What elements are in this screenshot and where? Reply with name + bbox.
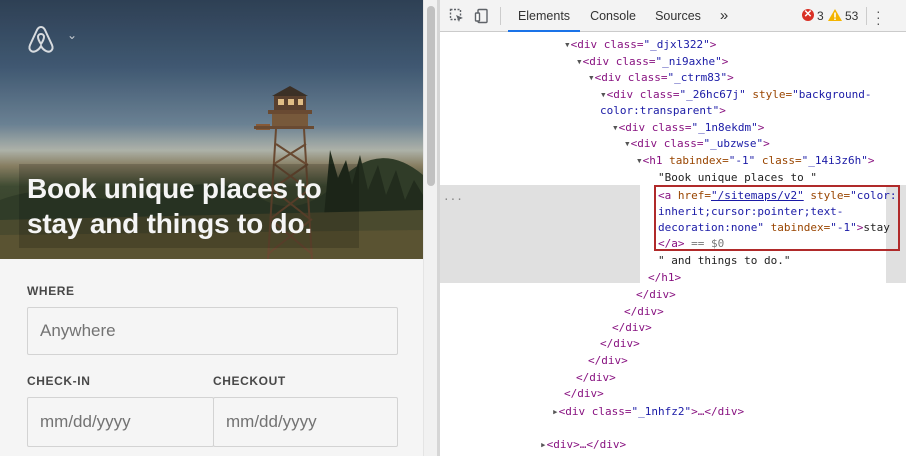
error-icon[interactable]: ✕ — [802, 9, 814, 21]
chevron-down-icon[interactable]: ⌄ — [67, 28, 77, 42]
dom-line[interactable]: </div> — [600, 335, 640, 352]
warning-count[interactable]: 53 — [845, 9, 858, 23]
devtools-toolbar: Elements Console Sources » ✕ 3 53 · · · — [440, 0, 906, 32]
dom-line[interactable]: </h1> — [648, 269, 681, 286]
dom-line[interactable]: ▾<div class="_ctrm83"> — [588, 69, 734, 86]
airbnb-logo-icon[interactable] — [27, 24, 55, 54]
dom-line[interactable]: ▾<div class="_ni9axhe"> — [576, 53, 728, 70]
node-actions-dots[interactable]: ... — [443, 190, 463, 203]
device-toolbar-icon[interactable] — [474, 8, 490, 24]
dom-line[interactable]: ▾<h1 tabindex="-1" class="_14i3z6h"> — [636, 152, 874, 169]
checkin-input[interactable]: mm/dd/yyyy — [27, 397, 214, 447]
dom-line[interactable]: ▸<div>…</div> — [540, 436, 626, 453]
dom-line[interactable]: </a> == $0 — [658, 235, 724, 252]
dom-line[interactable]: ▸<div class="_1nhfz2">…</div> — [552, 403, 744, 420]
checkin-label: CHECK-IN — [27, 374, 91, 388]
web-page-viewport: ⌄ Book unique places to stay and things … — [0, 0, 423, 456]
dom-line[interactable]: decoration:none" tabindex="-1">stay — [658, 219, 890, 236]
dom-line[interactable]: ▾<div class="_ubzwse"> — [624, 135, 770, 152]
where-label: WHERE — [27, 284, 75, 298]
dom-line[interactable]: </div> — [636, 286, 676, 303]
warning-icon[interactable] — [828, 9, 842, 21]
checkin-placeholder: mm/dd/yyyy — [40, 412, 131, 431]
tab-console[interactable]: Console — [584, 0, 642, 32]
dom-line[interactable]: ▾<div class="_djxl322"> — [564, 36, 716, 53]
dom-line[interactable]: <a href="/sitemaps/v2" style="color: — [658, 187, 896, 204]
inspect-element-icon[interactable] — [449, 8, 465, 24]
more-options-icon[interactable]: · · · — [876, 4, 881, 30]
hero-title: Book unique places to stay and things to… — [27, 173, 322, 239]
checkout-placeholder: mm/dd/yyyy — [226, 412, 317, 431]
page-scrollbar[interactable] — [423, 0, 437, 456]
checkout-label: CHECKOUT — [213, 374, 286, 388]
dom-line[interactable]: "Book unique places to " — [658, 169, 817, 186]
dom-line[interactable]: </div> — [564, 385, 604, 402]
search-form: WHERE Anywhere CHECK-IN CHECKOUT mm/dd/y… — [0, 259, 423, 456]
devtools-panel: Elements Console Sources » ✕ 3 53 · · · ..… — [440, 0, 906, 456]
more-tabs-icon[interactable]: » — [712, 0, 736, 32]
where-placeholder: Anywhere — [40, 321, 116, 340]
toolbar-separator — [500, 7, 501, 25]
where-input[interactable]: Anywhere — [27, 307, 398, 355]
dom-line[interactable]: " and things to do." — [658, 252, 790, 269]
error-count[interactable]: 3 — [817, 9, 824, 23]
scrollbar-thumb[interactable] — [427, 6, 435, 186]
dom-line[interactable]: ▾<div class="_26hc67j" style="background… — [600, 86, 872, 103]
dom-line[interactable]: </div> — [624, 303, 664, 320]
dom-line[interactable]: ▾<div class="_1n8ekdm"> — [612, 119, 764, 136]
dom-line[interactable]: </div> — [612, 319, 652, 336]
dom-line[interactable]: inherit;cursor:pointer;text- — [658, 203, 843, 220]
toolbar-separator — [866, 7, 867, 25]
checkout-input[interactable]: mm/dd/yyyy — [213, 397, 398, 447]
tab-sources[interactable]: Sources — [648, 0, 708, 32]
dom-line[interactable]: color:transparent"> — [600, 102, 726, 119]
dom-line[interactable]: </div> — [576, 369, 616, 386]
dom-line[interactable]: </div> — [588, 352, 628, 369]
elements-tree: ... " ▾<div class="_djxl322"> ▾<div clas… — [440, 33, 906, 456]
tab-elements[interactable]: Elements — [508, 0, 580, 32]
sitemap-link[interactable]: "/sitemaps/v2" — [711, 189, 804, 202]
hero-image: ⌄ Book unique places to stay and things … — [0, 0, 423, 259]
